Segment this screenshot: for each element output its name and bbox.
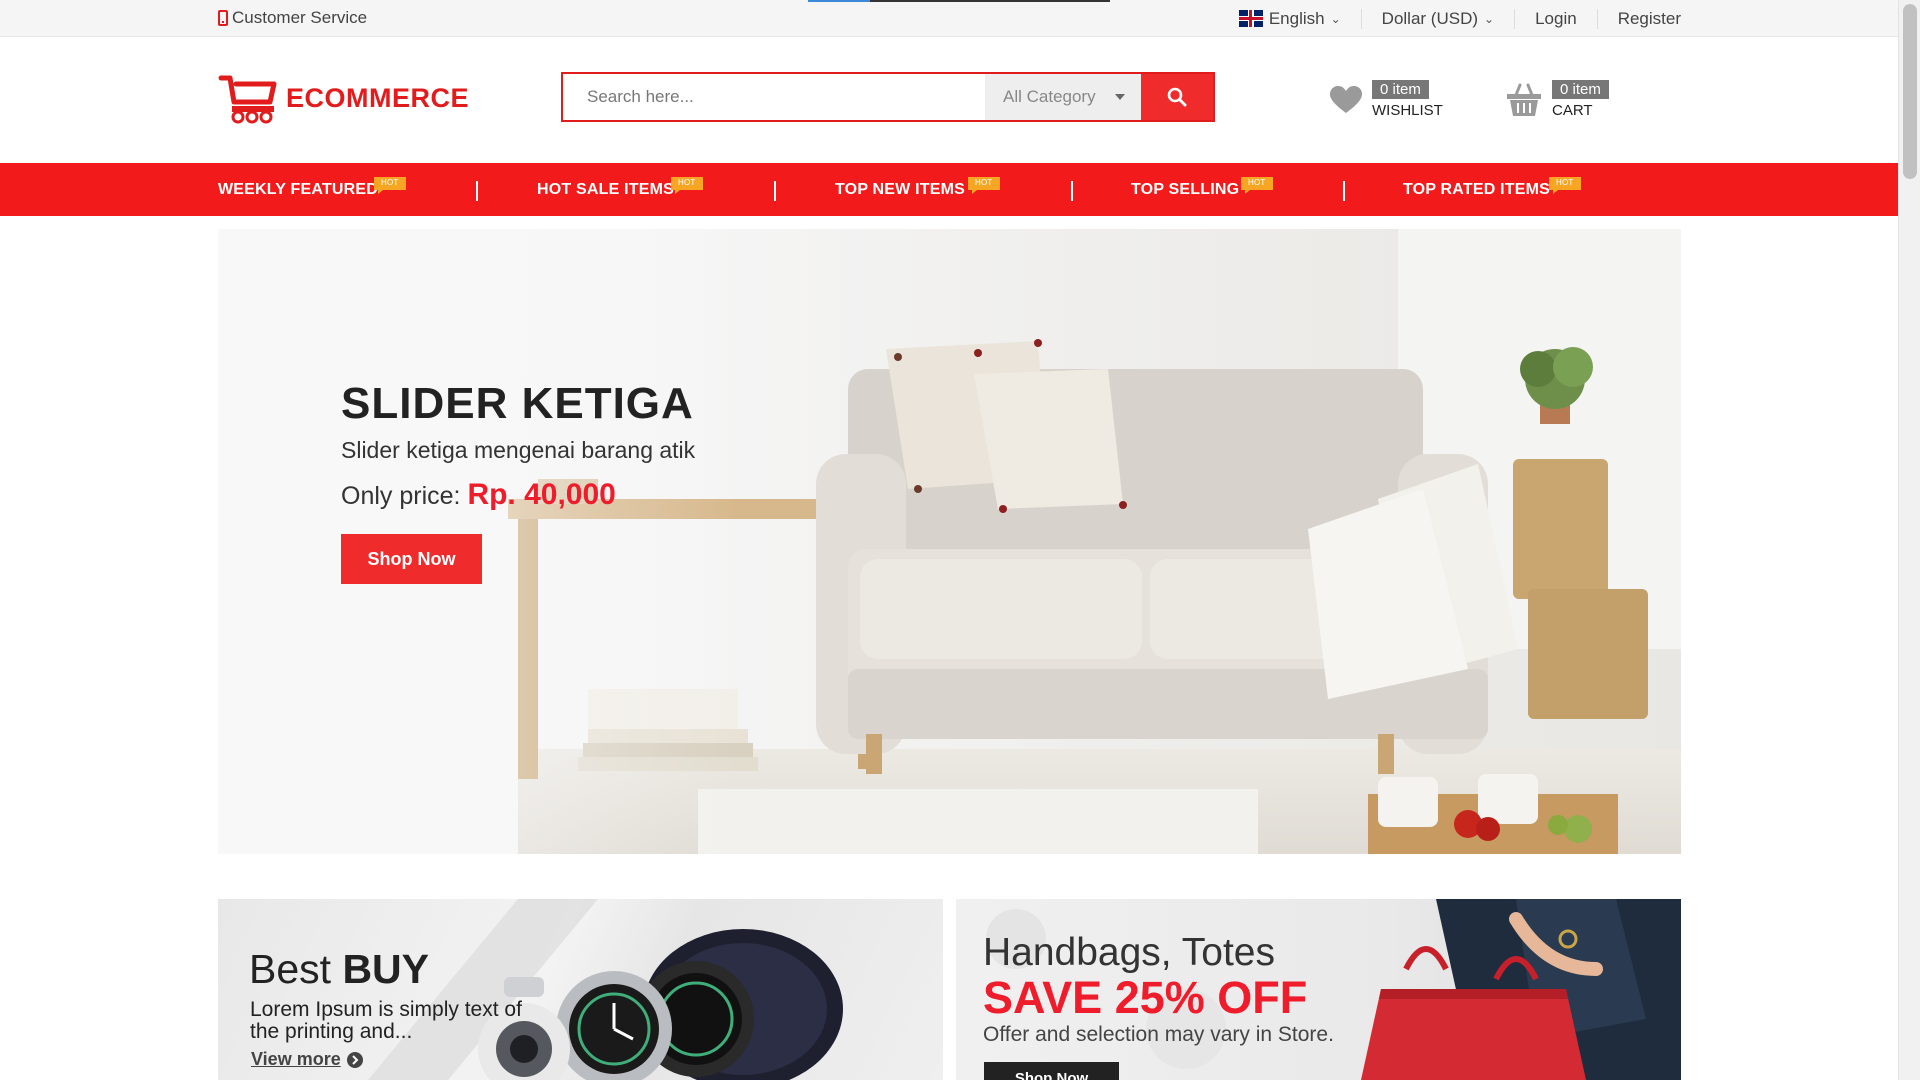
nav-label: TOP RATED ITEMS	[1403, 180, 1551, 198]
wishlist-label: WISHLIST	[1372, 102, 1443, 119]
site-logo[interactable]: ECOMMERCE	[218, 72, 469, 124]
hero-caption: SLIDER KETIGA Slider ketiga mengenai bar…	[341, 379, 695, 584]
hot-badge: HOT	[374, 177, 406, 194]
promo1-title-light: Best	[249, 946, 332, 992]
search-bar: All Category	[561, 72, 1215, 122]
cart-widget[interactable]: 0 item CART	[1506, 80, 1609, 119]
hero-subtitle: Slider ketiga mengenai barang atik	[341, 437, 696, 463]
caret-down-icon	[1115, 94, 1125, 100]
nav-divider	[1071, 181, 1073, 201]
page-scrollbar[interactable]	[1898, 0, 1920, 1080]
promo-banner-handbags[interactable]: Handbags, Totes SAVE 25% OFF Offer and s…	[956, 899, 1681, 1080]
top-right-menu: English ⌄ Dollar (USD) ⌄ Login Register	[1219, 0, 1681, 37]
logo-text: ECOMMERCE	[286, 82, 470, 113]
category-label: All Category	[1003, 87, 1096, 106]
promo2-shop-now-button[interactable]: Shop Now	[984, 1062, 1119, 1080]
hero-title: SLIDER KETIGA	[341, 379, 694, 428]
uk-flag-icon	[1238, 10, 1263, 27]
cart-label: CART	[1552, 102, 1593, 119]
promo2-title: Handbags, Totes	[983, 931, 1275, 974]
nav-item-top-rated[interactable]: TOP RATED ITEMS HOT	[1403, 163, 1581, 216]
nav-label: TOP SELLING	[1131, 180, 1240, 198]
nav-label: HOT SALE ITEMS	[537, 180, 675, 198]
phone-icon	[218, 10, 228, 26]
view-more-link[interactable]: View more	[251, 1049, 363, 1070]
category-dropdown[interactable]: All Category	[985, 74, 1141, 120]
shop-now-button[interactable]: Shop Now	[341, 534, 482, 584]
search-button[interactable]	[1141, 74, 1213, 120]
promo1-text: Lorem Ipsum is simply text of the printi…	[250, 998, 522, 1043]
cart-logo-icon	[218, 75, 277, 124]
price-label: Only price:	[341, 482, 461, 510]
currency-label: Dollar (USD)	[1381, 8, 1479, 28]
nav-label: WEEKLY FEATURED	[218, 180, 379, 198]
basket-icon	[1507, 83, 1541, 116]
promo2-text: Offer and selection may vary in Store.	[983, 1023, 1334, 1046]
nav-item-hot-sale[interactable]: HOT SALE ITEMS HOT	[537, 163, 703, 216]
view-more-label: View more	[251, 1049, 341, 1069]
hot-badge: HOT	[1241, 177, 1273, 194]
cart-count: 0 item	[1552, 80, 1609, 99]
nav-item-weekly-featured[interactable]: WEEKLY FEATURED HOT	[218, 163, 406, 216]
nav-item-top-selling[interactable]: TOP SELLING HOT	[1131, 163, 1273, 216]
nav-divider	[774, 181, 776, 201]
search-input[interactable]	[563, 74, 985, 120]
customer-service-link[interactable]: Customer Service	[218, 8, 367, 28]
customer-service-label: Customer Service	[232, 8, 368, 27]
wishlist-count: 0 item	[1372, 80, 1429, 99]
price-value: Rp. 40,000	[467, 478, 616, 511]
promo1-title-bold: BUY	[342, 946, 430, 992]
page-loading-bar	[808, 0, 1110, 2]
chevron-down-icon: ⌄	[1484, 11, 1495, 26]
main-nav: WEEKLY FEATURED HOT HOT SALE ITEMS HOT T…	[0, 163, 1898, 216]
hero-slider[interactable]: SLIDER KETIGA Slider ketiga mengenai bar…	[218, 229, 1681, 854]
nav-label: TOP NEW ITEMS	[835, 180, 966, 198]
top-bar: Customer Service English ⌄ Dollar (USD) …	[0, 0, 1898, 37]
chevron-down-icon: ⌄	[1330, 11, 1341, 26]
currency-selector[interactable]: Dollar (USD) ⌄	[1360, 8, 1514, 29]
hot-badge: HOT	[671, 177, 703, 194]
login-link[interactable]: Login	[1514, 8, 1597, 29]
hero-price: Only price: Rp. 40,000	[341, 478, 695, 512]
language-label: English	[1268, 8, 1325, 28]
nav-divider	[476, 181, 478, 201]
promo2-discount: SAVE 25% OFF	[983, 972, 1308, 1023]
nav-item-top-new[interactable]: TOP NEW ITEMS HOT	[835, 163, 1000, 216]
search-icon	[1167, 87, 1187, 107]
promo1-title: Best BUY	[249, 946, 429, 993]
heart-icon	[1330, 85, 1362, 113]
scrollbar-thumb[interactable]	[1903, 4, 1917, 179]
wishlist-widget[interactable]: 0 item WISHLIST	[1330, 80, 1443, 119]
nav-divider	[1343, 181, 1345, 201]
register-link[interactable]: Register	[1596, 8, 1681, 29]
arrow-circle-right-icon	[346, 1051, 363, 1068]
promo-banner-best-buy[interactable]: Best BUY Lorem Ipsum is simply text of t…	[218, 899, 943, 1080]
hot-badge: HOT	[1549, 177, 1581, 194]
hot-badge: HOT	[968, 177, 1000, 194]
language-selector[interactable]: English ⌄	[1219, 9, 1361, 29]
